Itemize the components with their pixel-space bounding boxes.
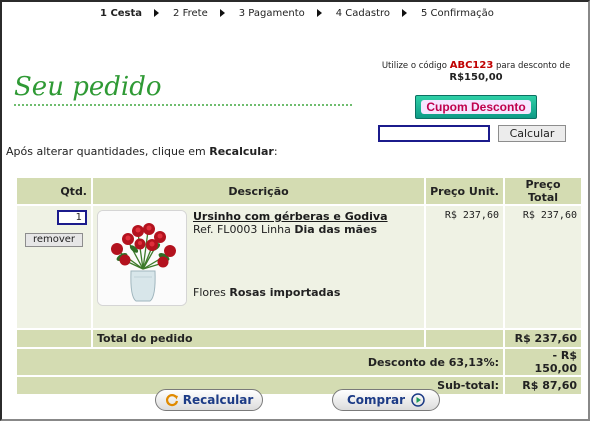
discount-row: Desconto de 63,13%: - R$ 150,00	[17, 349, 581, 375]
header-qty: Qtd.	[17, 178, 91, 204]
promo-message: Utilize o código ABC123 para desconto de…	[380, 60, 572, 83]
table-header-row: Qtd. Descrição Preço Unit. Preço Total	[17, 178, 581, 204]
arrow-right-icon	[154, 9, 160, 17]
step-label: 3 Pagamento	[238, 7, 305, 19]
total-price-cell: R$ 237,60	[505, 206, 581, 328]
play-circle-icon	[411, 393, 425, 407]
promo-text-after: para desconto de	[495, 61, 571, 71]
refresh-icon	[165, 394, 178, 407]
subtotal-row: Sub-total: R$ 87,60	[17, 377, 581, 394]
roses-vase-icon	[98, 211, 186, 305]
total-spacer	[17, 330, 91, 347]
step-label: 4 Cadastro	[335, 7, 391, 19]
table-row: 1 remover Ursinho com gérberas e Godiva …	[17, 206, 581, 328]
comprar-label: Comprar	[346, 393, 406, 407]
calcular-button[interactable]: Calcular	[498, 125, 566, 142]
checkout-steps: 1 Cesta 2 Frete 3 Pagamento 4 Cadastro 5…	[100, 6, 508, 20]
subtotal-value: R$ 87,60	[505, 377, 581, 394]
recalc-hint: Após alterar quantidades, clique em Reca…	[6, 145, 278, 158]
step-cadastro[interactable]: 4 Cadastro	[335, 7, 408, 19]
header-total-price: Preço Total	[505, 178, 581, 204]
recalcular-button[interactable]: Recalcular	[155, 389, 263, 411]
desc-cell: Ursinho com gérberas e Godiva Ref. FL000…	[93, 206, 424, 328]
total-value: R$ 237,60	[505, 330, 581, 347]
quantity-input[interactable]: 1	[57, 210, 87, 225]
step-confirmacao[interactable]: 5 Confirmação	[421, 8, 494, 19]
header-unit-price: Preço Unit.	[426, 178, 503, 204]
step-label: 5 Confirmação	[421, 7, 494, 19]
step-pagamento[interactable]: 3 Pagamento	[239, 8, 322, 19]
remove-button[interactable]: remover	[25, 233, 83, 247]
header-desc: Descrição	[93, 178, 424, 204]
cart-table: Qtd. Descrição Preço Unit. Preço Total 1…	[15, 176, 583, 396]
hint-bold: Recalcular	[209, 145, 274, 158]
product-line: Dia das mães	[294, 223, 378, 236]
product-name-link[interactable]: Ursinho com gérberas e Godiva	[193, 210, 388, 223]
discount-value: - R$ 150,00	[505, 349, 581, 375]
cupom-desconto-button[interactable]: Cupom Desconto	[415, 95, 537, 119]
arrow-right-icon	[402, 9, 408, 17]
promo-amount: R$150,00	[449, 72, 503, 83]
page-title: Seu pedido	[14, 72, 162, 102]
product-line-label: Linha	[260, 223, 291, 236]
qty-cell: 1 remover	[17, 206, 91, 328]
unit-price-cell: R$ 237,60	[426, 206, 503, 328]
arrow-right-icon	[316, 9, 322, 17]
total-spacer-2	[426, 330, 503, 347]
product-info: Ursinho com gérberas e Godiva Ref. FL000…	[193, 210, 403, 236]
coupon-input[interactable]	[378, 125, 490, 142]
step-frete[interactable]: 2 Frete	[173, 8, 225, 19]
flowers-value: Rosas importadas	[229, 286, 341, 299]
total-row: Total do pedido R$ 237,60	[17, 330, 581, 347]
step-cesta[interactable]: 1 Cesta	[100, 7, 160, 19]
recalcular-label: Recalcular	[182, 393, 254, 407]
title-divider	[14, 104, 352, 106]
hint-suffix: :	[273, 145, 278, 158]
discount-label: Desconto de 63,13%:	[17, 349, 503, 375]
flowers-label: Flores	[193, 286, 226, 299]
step-label: 1 Cesta	[100, 7, 143, 19]
arrow-right-icon	[219, 9, 225, 17]
promo-code: ABC123	[449, 60, 494, 71]
cupom-desconto-label: Cupom Desconto	[421, 100, 531, 114]
comprar-button[interactable]: Comprar	[332, 389, 440, 411]
product-image[interactable]	[97, 210, 187, 306]
product-flowers: Flores Rosas importadas	[193, 286, 340, 299]
step-label: 2 Frete	[173, 7, 208, 19]
total-label: Total do pedido	[93, 330, 424, 347]
hint-text: Após alterar quantidades, clique em	[6, 145, 206, 158]
promo-text-before: Utilize o código	[381, 61, 447, 71]
product-ref: Ref. FL0003	[193, 223, 258, 236]
